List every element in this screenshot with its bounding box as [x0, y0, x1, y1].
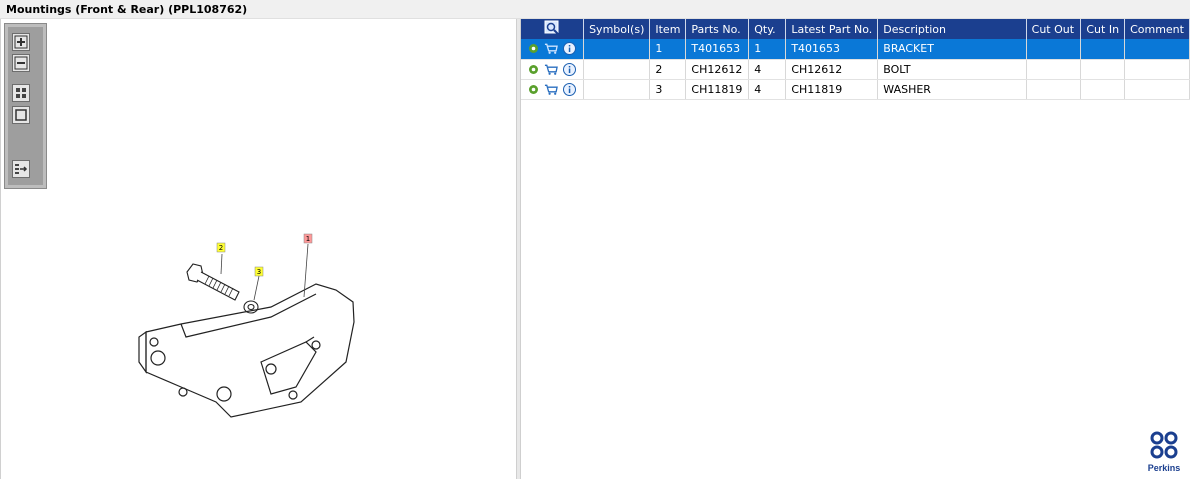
column-header-qty[interactable]: Qty. — [748, 19, 787, 39]
cell-comment — [1124, 59, 1190, 80]
table-row[interactable]: 3 CH11819 4 CH11819 WASHER — [521, 79, 1190, 100]
cell-description: BOLT — [877, 59, 1027, 80]
info-icon[interactable] — [562, 82, 576, 96]
viewer-toolbar — [4, 23, 47, 189]
column-header-item[interactable]: Item — [649, 19, 687, 39]
cell-comment — [1124, 79, 1190, 100]
cell-description: BRACKET — [877, 39, 1027, 60]
callout-1-label: 1 — [306, 235, 310, 243]
perkins-logo-icon — [1150, 431, 1178, 459]
column-header-symbols[interactable]: Symbol(s) — [583, 19, 651, 39]
cell-latest-part-no: CH11819 — [785, 79, 879, 100]
cell-latest-part-no: CH12612 — [785, 59, 879, 80]
cell-comment — [1124, 39, 1190, 60]
brand-name: Perkins — [1147, 463, 1181, 473]
info-icon[interactable] — [562, 62, 576, 76]
window-title: Mountings (Front & Rear) (PPL108762) — [6, 3, 248, 16]
cell-symbols — [583, 79, 651, 100]
gear-icon[interactable] — [526, 62, 540, 76]
toggle-list-icon[interactable] — [12, 160, 30, 178]
fit-grid-icon[interactable] — [12, 84, 30, 102]
cell-part-no: T401653 — [685, 39, 750, 60]
cell-part-no: CH12612 — [685, 59, 750, 80]
column-header-parts-no[interactable]: Parts No. — [685, 19, 750, 39]
cell-cut-in — [1080, 39, 1126, 60]
cell-latest-part-no: T401653 — [785, 39, 879, 60]
info-icon[interactable] — [562, 42, 576, 56]
exploded-parts-diagram[interactable]: 2 3 1 — [121, 212, 371, 424]
zoom-in-icon[interactable] — [12, 33, 30, 51]
cell-item: 1 — [649, 39, 687, 60]
column-header-comment[interactable]: Comment — [1124, 19, 1190, 39]
zoom-out-icon[interactable] — [12, 54, 30, 72]
callout-2-label: 2 — [219, 244, 223, 252]
parts-table: Symbol(s) Item Parts No. Qty. Latest Par… — [521, 19, 1190, 100]
table-header-row: Symbol(s) Item Parts No. Qty. Latest Par… — [521, 19, 1190, 39]
cell-symbols — [583, 59, 651, 80]
diagram-pane[interactable]: 2 3 1 — [0, 19, 516, 479]
cell-description: WASHER — [877, 79, 1027, 100]
column-header-cut-in[interactable]: Cut In — [1080, 19, 1126, 39]
cell-qty: 4 — [748, 59, 787, 80]
window-title-bar: Mountings (Front & Rear) (PPL108762) — [0, 0, 1190, 19]
cell-cut-out — [1026, 59, 1082, 80]
cell-part-no: CH11819 — [685, 79, 750, 100]
actual-size-icon[interactable] — [12, 106, 30, 124]
cell-item: 2 — [649, 59, 687, 80]
cell-cut-out — [1026, 39, 1082, 60]
row-actions — [521, 59, 585, 80]
row-actions — [521, 39, 585, 60]
column-header-description[interactable]: Description — [877, 19, 1027, 39]
table-row[interactable]: 2 CH12612 4 CH12612 BOLT — [521, 59, 1190, 80]
gear-icon[interactable] — [526, 82, 540, 96]
parts-list-pane: Symbol(s) Item Parts No. Qty. Latest Par… — [521, 19, 1190, 479]
cell-cut-in — [1080, 79, 1126, 100]
cell-qty: 4 — [748, 79, 787, 100]
column-header-latest-part-no[interactable]: Latest Part No. — [785, 19, 879, 39]
perkins-logo: Perkins — [1144, 430, 1184, 473]
cell-cut-in — [1080, 59, 1126, 80]
gear-icon[interactable] — [526, 42, 540, 56]
cell-qty: 1 — [748, 39, 787, 60]
column-header-cut-out[interactable]: Cut Out — [1026, 19, 1082, 39]
row-actions — [521, 79, 585, 100]
shopping-cart-icon[interactable] — [544, 82, 558, 96]
magnifier-icon[interactable] — [544, 20, 560, 35]
table-row[interactable]: 1 T401653 1 T401653 BRACKET — [521, 39, 1190, 60]
shopping-cart-icon[interactable] — [544, 42, 558, 56]
cell-item: 3 — [649, 79, 687, 100]
cell-symbols — [583, 39, 651, 60]
shopping-cart-icon[interactable] — [544, 62, 558, 76]
cell-cut-out — [1026, 79, 1082, 100]
search-column-header[interactable] — [521, 19, 585, 39]
callout-3-label: 3 — [257, 268, 261, 276]
